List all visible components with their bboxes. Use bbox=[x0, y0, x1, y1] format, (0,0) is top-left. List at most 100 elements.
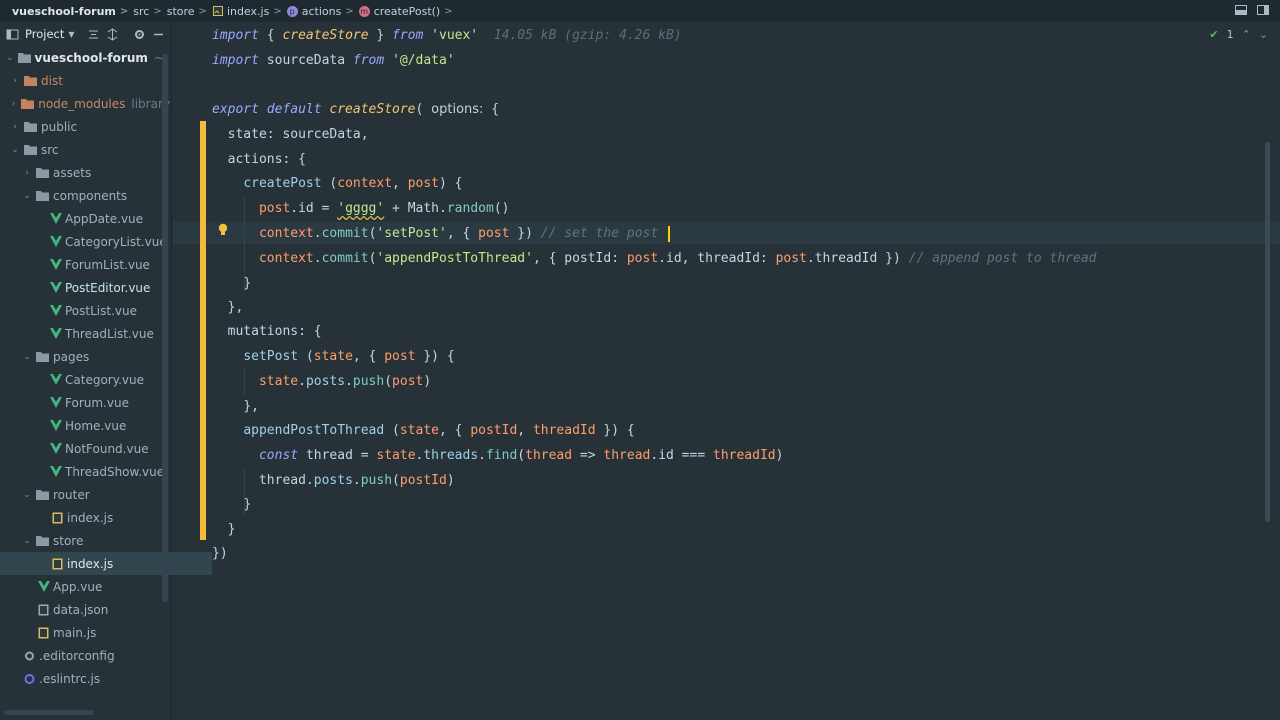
chevron-down-icon: ⌄ bbox=[23, 489, 31, 500]
breadcrumb-file-label: index.js bbox=[226, 4, 270, 18]
code-line: createPost (context, post) { bbox=[243, 176, 463, 191]
tree-root-label: vueschool-forum bbox=[34, 50, 148, 65]
code-line: }, bbox=[227, 300, 244, 315]
tree-folder-dist[interactable]: › dist bbox=[0, 69, 170, 92]
inspection-count: 1 bbox=[1226, 28, 1234, 41]
import-source-string: '@/data' bbox=[392, 53, 455, 68]
tree-label: index.js bbox=[67, 556, 114, 571]
chevron-right-icon: › bbox=[13, 75, 17, 86]
vue-file-icon bbox=[38, 581, 50, 592]
vue-file-icon bbox=[50, 397, 62, 408]
tree-label: ThreadShow.vue bbox=[65, 464, 165, 479]
chevron-down-icon: ⌄ bbox=[23, 351, 31, 362]
tree-folder-pages[interactable]: ⌄ pages bbox=[0, 345, 182, 368]
tree-label: public bbox=[41, 119, 78, 134]
tree-label: Home.vue bbox=[65, 418, 127, 433]
folder-icon bbox=[36, 191, 49, 201]
breadcrumb-file[interactable]: index.js > bbox=[212, 5, 287, 18]
breadcrumb-method[interactable]: m createPost() > bbox=[358, 5, 458, 18]
editor-scrollbar[interactable] bbox=[1265, 142, 1270, 522]
breadcrumb-actions-label: actions bbox=[301, 4, 342, 18]
code-line: context.commit('appendPostToThread', { p… bbox=[258, 251, 1097, 266]
chevron-up-icon: ⌃ bbox=[1241, 28, 1251, 41]
collapse-all-icon[interactable] bbox=[87, 28, 100, 41]
tree-label: data.json bbox=[53, 602, 109, 617]
code-line: import { createStore } from 'vuex' 14.05… bbox=[212, 28, 682, 43]
js-file-icon bbox=[52, 512, 63, 523]
code-line: appendPostToThread (state, { postId, thr… bbox=[243, 423, 635, 438]
vue-file-icon bbox=[50, 443, 62, 454]
folder-icon bbox=[21, 99, 35, 109]
tree-folder-assets[interactable]: › assets bbox=[0, 161, 182, 184]
breadcrumb-project-label: vueschool-forum bbox=[12, 4, 116, 18]
breadcrumb-project[interactable]: vueschool-forum > bbox=[12, 5, 133, 18]
breadcrumb-store[interactable]: store > bbox=[167, 5, 212, 18]
import-source-string: 'vuex' bbox=[431, 28, 479, 43]
js-file-icon bbox=[38, 627, 49, 638]
folder-icon bbox=[36, 168, 49, 178]
breadcrumb-actions[interactable]: p actions > bbox=[286, 4, 359, 18]
mutation-name-string: 'appendPostToThread' bbox=[376, 251, 533, 266]
project-view-dropdown[interactable]: Project ▼ bbox=[25, 27, 75, 41]
tree-file-main[interactable]: main.js bbox=[0, 621, 198, 644]
tree-label: ThreadList.vue bbox=[65, 326, 154, 341]
code-line: const thread = state.threads.find(thread… bbox=[258, 448, 784, 463]
vue-file-icon bbox=[50, 420, 62, 431]
tree-label: src bbox=[41, 142, 59, 157]
breadcrumb-store-label: store bbox=[166, 4, 195, 18]
tree-label: index.js bbox=[67, 510, 114, 525]
window-layout-icon[interactable] bbox=[1234, 3, 1248, 17]
code-line: } bbox=[243, 276, 252, 291]
project-panel-header: Project ▼ bbox=[0, 22, 171, 46]
tree-folder-public[interactable]: › public bbox=[0, 115, 170, 138]
mutation-name-string: 'setPost' bbox=[376, 226, 447, 241]
code-comment: // append post to thread bbox=[908, 251, 1097, 266]
breadcrumb-src[interactable]: src > bbox=[133, 5, 166, 18]
tree-root[interactable]: ⌄ vueschool-forum ~/co bbox=[0, 46, 166, 69]
vue-file-icon bbox=[50, 466, 62, 477]
tree-file-editorconfig[interactable]: .editorconfig bbox=[0, 644, 184, 667]
code-line: thread.posts.push(postId) bbox=[258, 473, 455, 488]
tree-folder-router[interactable]: ⌄ router bbox=[0, 483, 182, 506]
vcs-change-marker[interactable] bbox=[200, 121, 206, 540]
folder-icon bbox=[24, 145, 37, 155]
tree-folder-src[interactable]: ⌄ src bbox=[0, 138, 170, 161]
code-line: mutations: { bbox=[227, 324, 322, 339]
tree-folder-store[interactable]: ⌄ store bbox=[0, 529, 182, 552]
project-view-label: Project bbox=[25, 27, 65, 41]
code-line: setPost (state, { post }) { bbox=[243, 349, 455, 364]
folder-icon bbox=[24, 122, 37, 132]
tree-label: .editorconfig bbox=[39, 648, 115, 663]
tree-file-data-json[interactable]: data.json bbox=[0, 598, 198, 621]
code-editor[interactable]: ✔ 1 ⌃ ⌄ import { createStore } from 'vue… bbox=[173, 22, 1280, 720]
tree-folder-components[interactable]: ⌄ components bbox=[0, 184, 182, 207]
tree-label: AppDate.vue bbox=[65, 211, 144, 226]
code-line: export default createStore( options: { bbox=[212, 102, 500, 117]
tree-label: Forum.vue bbox=[65, 395, 129, 410]
json-file-icon bbox=[38, 604, 49, 615]
sidebar-scrollbar[interactable] bbox=[162, 54, 168, 602]
hide-panel-icon[interactable] bbox=[152, 28, 165, 41]
chevron-down-icon: ▼ bbox=[68, 29, 75, 39]
code-line: context.commit('setPost', { post }) // s… bbox=[258, 226, 659, 241]
split-layout-icon[interactable] bbox=[1256, 3, 1270, 17]
gear-icon bbox=[25, 651, 34, 660]
tree-label: PostList.vue bbox=[65, 303, 137, 318]
vue-file-icon bbox=[50, 259, 62, 270]
tree-file-app[interactable]: App.vue bbox=[0, 575, 198, 598]
chevron-right-icon: › bbox=[13, 121, 17, 132]
tree-label: router bbox=[53, 487, 90, 502]
tree-label: pages bbox=[53, 349, 90, 364]
code-line: } bbox=[227, 522, 236, 537]
folder-icon bbox=[36, 490, 49, 500]
folder-icon bbox=[36, 536, 49, 546]
chevron-down-icon: ⌄ bbox=[23, 535, 31, 546]
vue-file-icon bbox=[50, 213, 62, 224]
sidebar-horizontal-scrollbar[interactable] bbox=[4, 710, 94, 715]
tree-folder-node-modules[interactable]: › node_modules library bbox=[0, 92, 170, 115]
expand-all-icon[interactable] bbox=[106, 27, 119, 41]
gear-icon[interactable] bbox=[133, 28, 146, 41]
tree-file-eslintrc[interactable]: .eslintrc.js bbox=[0, 667, 184, 690]
code-comment: // set the post bbox=[540, 226, 659, 241]
inspection-widget[interactable]: ✔ 1 ⌃ ⌄ bbox=[1209, 28, 1268, 41]
